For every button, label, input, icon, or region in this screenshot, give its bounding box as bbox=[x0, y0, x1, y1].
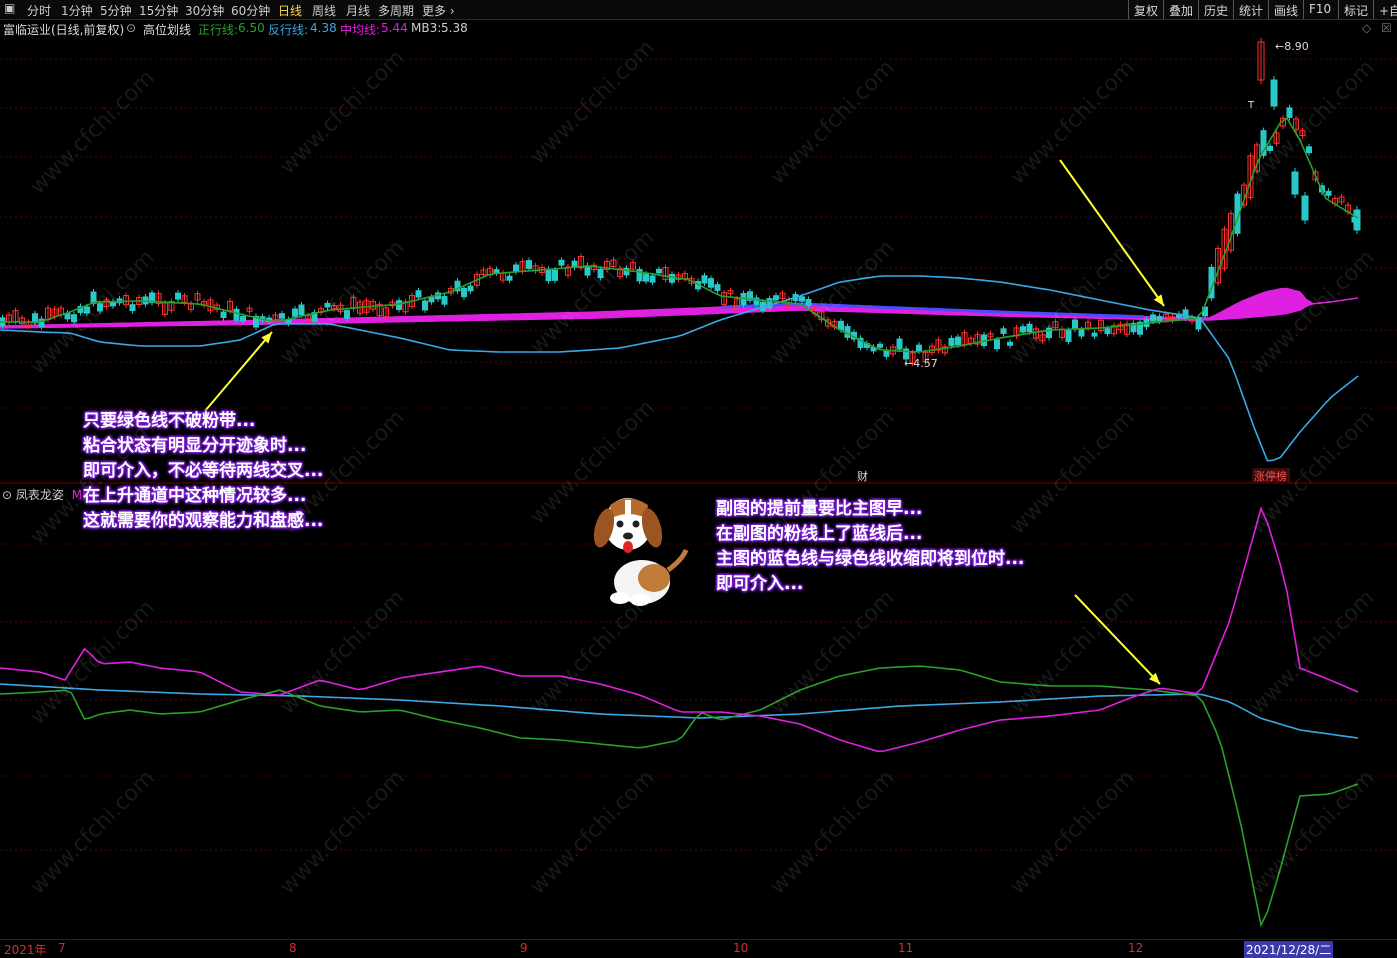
note-line: 粘合状态有明显分开迹象时... bbox=[83, 436, 307, 456]
candle-body bbox=[649, 275, 656, 283]
month-label: 9 bbox=[520, 941, 528, 955]
note-line: 即可介入，不必等待两线交叉... bbox=[83, 461, 324, 481]
candle-body bbox=[584, 265, 591, 276]
candle-body bbox=[71, 314, 77, 323]
candle-body bbox=[805, 299, 812, 306]
sub-indicator-name[interactable]: 凤表龙姿 bbox=[16, 488, 64, 502]
candle-body bbox=[415, 290, 422, 298]
candle-body bbox=[1020, 326, 1026, 333]
year-label: 2021年 bbox=[4, 943, 47, 957]
candle-body bbox=[441, 296, 448, 305]
candle-body bbox=[669, 273, 675, 283]
candle-body bbox=[324, 302, 331, 308]
candle-body bbox=[1306, 146, 1312, 154]
candle-body bbox=[766, 298, 773, 309]
candle-body bbox=[1286, 107, 1293, 118]
cai-marker[interactable]: 财 bbox=[857, 469, 868, 483]
note-left: 只要绿色线不破粉带... 粘合状态有明显分开迹象时... 即可介入，不必等待两线… bbox=[83, 409, 323, 534]
candle-body bbox=[1267, 145, 1273, 151]
month-label: 7 bbox=[58, 941, 66, 955]
candle-body bbox=[428, 296, 435, 303]
candle-body bbox=[844, 326, 851, 338]
candle-body bbox=[279, 313, 285, 319]
candle-body bbox=[1007, 341, 1013, 346]
candle-body bbox=[344, 310, 350, 319]
low-price-label: ←4.57 bbox=[904, 357, 938, 370]
t-mark: T bbox=[1247, 100, 1255, 111]
note-line: 即可介入... bbox=[716, 574, 804, 594]
note-line: 只要绿色线不破粉带... bbox=[83, 411, 256, 431]
candle-body bbox=[513, 264, 519, 273]
month-label: 11 bbox=[898, 941, 914, 955]
candle-body bbox=[84, 306, 90, 314]
current-date: 2021/12/28/二 bbox=[1244, 941, 1334, 958]
candle-body bbox=[1156, 315, 1163, 322]
sub-chart-title: ⊙ 凤表龙姿 MI bbox=[2, 486, 86, 503]
candle-body bbox=[493, 269, 500, 274]
candle-body bbox=[955, 336, 961, 346]
month-label: 8 bbox=[289, 941, 297, 955]
candle-body bbox=[877, 343, 883, 348]
candle-body bbox=[1078, 329, 1085, 337]
candle-body bbox=[298, 304, 305, 316]
candle-body bbox=[97, 303, 103, 312]
note-line: 主图的蓝色线与绿色线收缩即将到位时... bbox=[716, 549, 1025, 569]
candle-body bbox=[467, 285, 474, 292]
candle-body bbox=[948, 337, 955, 346]
candle-body bbox=[1091, 332, 1098, 337]
candle-body bbox=[883, 349, 890, 357]
candle-body bbox=[1065, 329, 1072, 342]
candle-body bbox=[896, 338, 903, 350]
candle-body bbox=[916, 344, 922, 352]
arrow-line bbox=[1074, 594, 1161, 685]
candle-body bbox=[799, 296, 805, 302]
candle-body bbox=[597, 268, 604, 279]
candle-body bbox=[220, 311, 227, 318]
note-line: 这就需要你的观察能力和盘感... bbox=[83, 511, 324, 531]
candle-body bbox=[558, 259, 565, 266]
candle-body bbox=[422, 300, 428, 311]
note-line: 在上升通道中这种情况较多... bbox=[83, 486, 307, 506]
month-label: 12 bbox=[1128, 941, 1144, 955]
candle-body bbox=[129, 304, 136, 312]
candle-body bbox=[1072, 319, 1078, 330]
candle-body bbox=[708, 278, 714, 288]
candle-body bbox=[461, 287, 467, 298]
candle-body bbox=[545, 268, 552, 282]
month-label: 10 bbox=[733, 941, 749, 955]
candle-body bbox=[552, 269, 558, 281]
arrow-head bbox=[1153, 294, 1164, 306]
candle-body bbox=[643, 273, 649, 282]
candle-body bbox=[1000, 328, 1007, 334]
candle-body bbox=[526, 260, 532, 269]
zhangting-marker[interactable]: 涨停榜 bbox=[1254, 469, 1287, 483]
candle-body bbox=[1150, 314, 1156, 322]
candles bbox=[0, 38, 1361, 367]
dropdown-icon[interactable]: ⊙ bbox=[2, 488, 12, 502]
candle-body bbox=[506, 275, 513, 281]
puppy-illustration bbox=[593, 498, 689, 606]
candle-body bbox=[240, 315, 246, 322]
candle-body bbox=[292, 308, 298, 317]
note-right: 副图的提前量要比主图早... 在副图的粉线上了蓝线后... 主图的蓝色线与绿色线… bbox=[716, 497, 1024, 597]
candle-body bbox=[1325, 190, 1332, 196]
candle-body bbox=[1182, 309, 1189, 319]
candle-body bbox=[623, 267, 630, 276]
candle-body bbox=[714, 284, 721, 291]
high-price-label: ←8.90 bbox=[1275, 40, 1309, 53]
candle-body bbox=[1104, 328, 1111, 335]
arrow-line bbox=[1059, 159, 1165, 307]
candle-body bbox=[1026, 323, 1033, 333]
candle-body bbox=[656, 268, 662, 274]
candle-body bbox=[701, 275, 708, 284]
note-line: 副图的提前量要比主图早... bbox=[716, 499, 923, 519]
candle-body bbox=[994, 339, 1000, 350]
candle-body bbox=[396, 300, 402, 311]
candle-body bbox=[773, 295, 779, 301]
sub-green-line bbox=[0, 665, 1359, 928]
candle-body bbox=[175, 292, 181, 300]
candle-body bbox=[233, 308, 240, 321]
date-axis: 2021年 7 8 9 10 11 12 2021/12/28/二 bbox=[0, 939, 1397, 958]
note-line: 在副图的粉线上了蓝线后... bbox=[716, 524, 923, 544]
